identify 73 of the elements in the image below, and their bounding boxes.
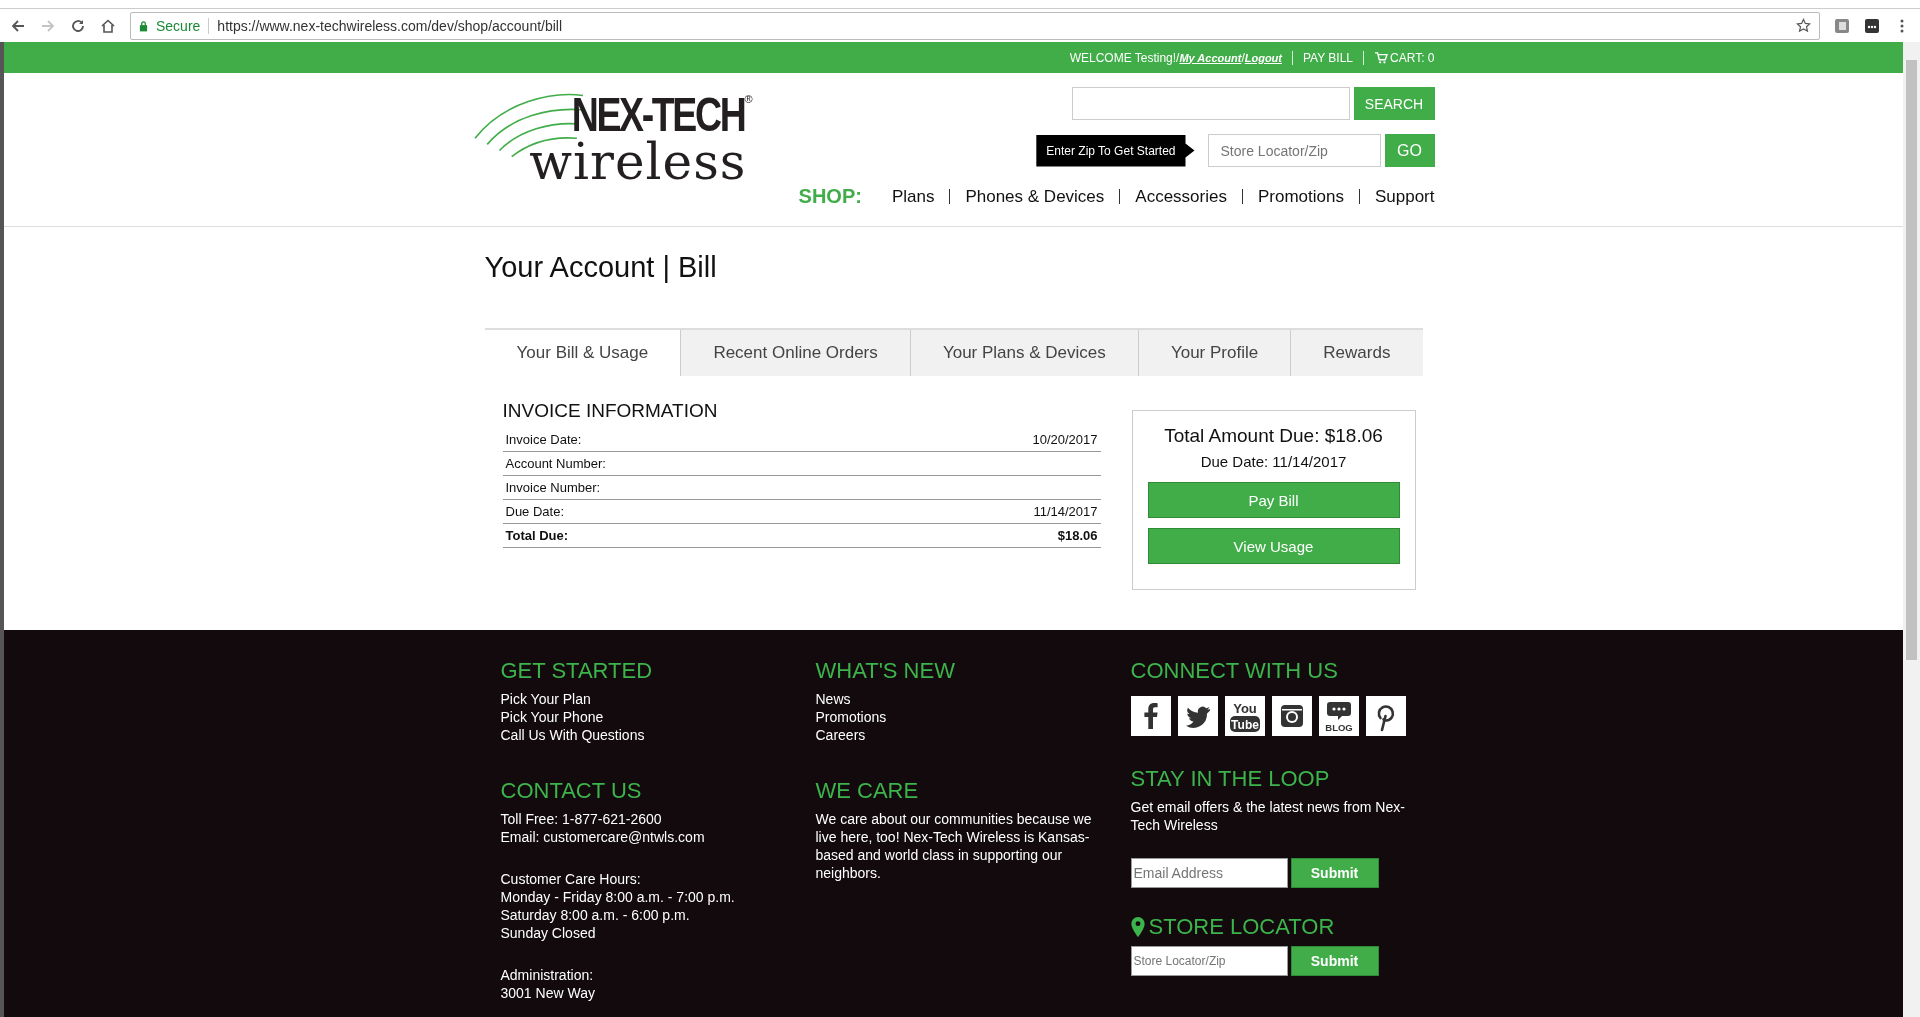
extension-icon[interactable] bbox=[1864, 17, 1880, 34]
lock-icon bbox=[139, 19, 148, 32]
back-icon[interactable] bbox=[10, 17, 26, 34]
footer-link[interactable]: Promotions bbox=[815, 708, 887, 726]
footer-link[interactable]: Pick Your Plan bbox=[500, 690, 591, 708]
registered-mark: ® bbox=[744, 93, 753, 105]
store-locator-field[interactable]: Store Locator/Zip bbox=[1207, 134, 1381, 167]
address-bar[interactable]: Secure https://www.nex-techwireless.com/dev/shop/account/bill bbox=[130, 11, 1820, 40]
footer-link[interactable]: Call Us With Questions bbox=[500, 726, 645, 744]
nav-link[interactable]: Plans bbox=[891, 186, 935, 207]
hours-line: Monday - Friday 8:00 a.m. - 7:00 p.m. bbox=[500, 888, 735, 906]
home-icon[interactable] bbox=[100, 17, 116, 34]
invoice-label: Invoice Date: bbox=[505, 432, 582, 448]
tab[interactable]: Your Plans & Devices bbox=[909, 330, 1138, 376]
page-title: Your Account | Bill bbox=[484, 251, 718, 284]
newsletter-text: Get email offers & the latest news from Nex-Tech Wireless bbox=[1130, 798, 1406, 834]
footer-link[interactable]: News bbox=[815, 690, 851, 708]
hours-label: Customer Care Hours: bbox=[500, 870, 641, 888]
slash-text: / bbox=[1241, 50, 1245, 65]
secure-label: Secure bbox=[156, 17, 210, 34]
footer-heading: STAY IN THE LOOP bbox=[1130, 766, 1330, 792]
footer-link[interactable]: Careers bbox=[815, 726, 866, 744]
due-date-text: Due Date: 11/14/2017 bbox=[1200, 453, 1347, 470]
invoice-heading: INVOICE INFORMATION bbox=[502, 400, 719, 422]
tab[interactable]: Your Profile bbox=[1137, 330, 1291, 376]
invoice-label: Due Date: bbox=[505, 504, 565, 520]
reload-icon[interactable] bbox=[70, 17, 86, 34]
footer-heading: CONTACT US bbox=[500, 778, 642, 804]
footer-link[interactable]: Pick Your Phone bbox=[500, 708, 604, 726]
scrollbar[interactable] bbox=[1903, 42, 1920, 1017]
footer-heading: CONNECT WITH US bbox=[1130, 658, 1338, 684]
store-locator-field[interactable]: Store Locator/Zip bbox=[1130, 946, 1288, 976]
star-icon[interactable] bbox=[1796, 18, 1811, 33]
tab[interactable]: Recent Online Orders bbox=[680, 330, 910, 376]
nav-link[interactable]: Phones & Devices bbox=[965, 186, 1105, 207]
zip-tooltip: Enter Zip To Get Started bbox=[1036, 134, 1195, 167]
contact-line: Toll Free: 1-877-621-2600 bbox=[500, 810, 662, 828]
email-field[interactable]: Email Address bbox=[1130, 858, 1288, 888]
invoice-value: 11/14/2017 bbox=[1033, 504, 1098, 520]
hours-line: Saturday 8:00 a.m. - 6:00 p.m. bbox=[500, 906, 690, 924]
invoice-value: 10/20/2017 bbox=[1032, 432, 1098, 448]
camera-icon[interactable] bbox=[1271, 696, 1312, 736]
bird-icon[interactable] bbox=[1177, 696, 1218, 736]
search-field[interactable] bbox=[1071, 87, 1350, 120]
nav-link[interactable]: Promotions bbox=[1257, 186, 1344, 207]
we-care-text: We care about our communities because we live here, too! Nex-Tech Wireless is Kansas-based and world class in supporting our neighbors. bbox=[815, 810, 1093, 882]
shop-label: SHOP: bbox=[798, 185, 862, 208]
tab[interactable]: Rewards bbox=[1290, 330, 1423, 376]
blog-icon[interactable]: BLOG bbox=[1318, 696, 1359, 736]
administration-label: Administration: bbox=[500, 966, 594, 984]
nav-link[interactable]: Accessories bbox=[1135, 186, 1227, 207]
hours-line: Sunday Closed bbox=[500, 924, 596, 942]
invoice-label: Account Number: bbox=[505, 456, 606, 472]
footer-heading: GET STARTED bbox=[500, 658, 653, 684]
total-amount-due: Total Amount Due: $18.06 bbox=[1164, 425, 1383, 447]
invoice-value: $18.06 bbox=[1057, 528, 1098, 544]
footer-heading: WE CARE bbox=[815, 778, 919, 804]
pinterest-icon[interactable] bbox=[1365, 696, 1406, 736]
address-line: 3001 New Way bbox=[500, 984, 595, 1002]
logo-brand-text: NEX-TECH bbox=[571, 87, 745, 141]
footer-heading: WHAT'S NEW bbox=[815, 658, 955, 684]
footer-heading: STORE LOCATOR bbox=[1148, 914, 1335, 940]
nav-link[interactable]: Support bbox=[1374, 186, 1435, 207]
cart-icon[interactable] bbox=[1374, 51, 1389, 64]
logo-wireless-text: wireless bbox=[529, 139, 748, 185]
invoice-label: Total Due: bbox=[505, 528, 569, 544]
invoice-label: Invoice Number: bbox=[505, 480, 601, 496]
welcome-text: WELCOME Testing!/ bbox=[1069, 50, 1180, 65]
url-text: https://www.nex-techwireless.com/dev/shop/account/bill bbox=[217, 17, 564, 34]
contact-line: Email: customercare@ntwls.com bbox=[500, 828, 705, 846]
youtube-icon[interactable]: You Tube bbox=[1224, 696, 1265, 736]
map-pin-icon bbox=[1130, 917, 1145, 937]
facebook-icon[interactable] bbox=[1130, 696, 1171, 736]
